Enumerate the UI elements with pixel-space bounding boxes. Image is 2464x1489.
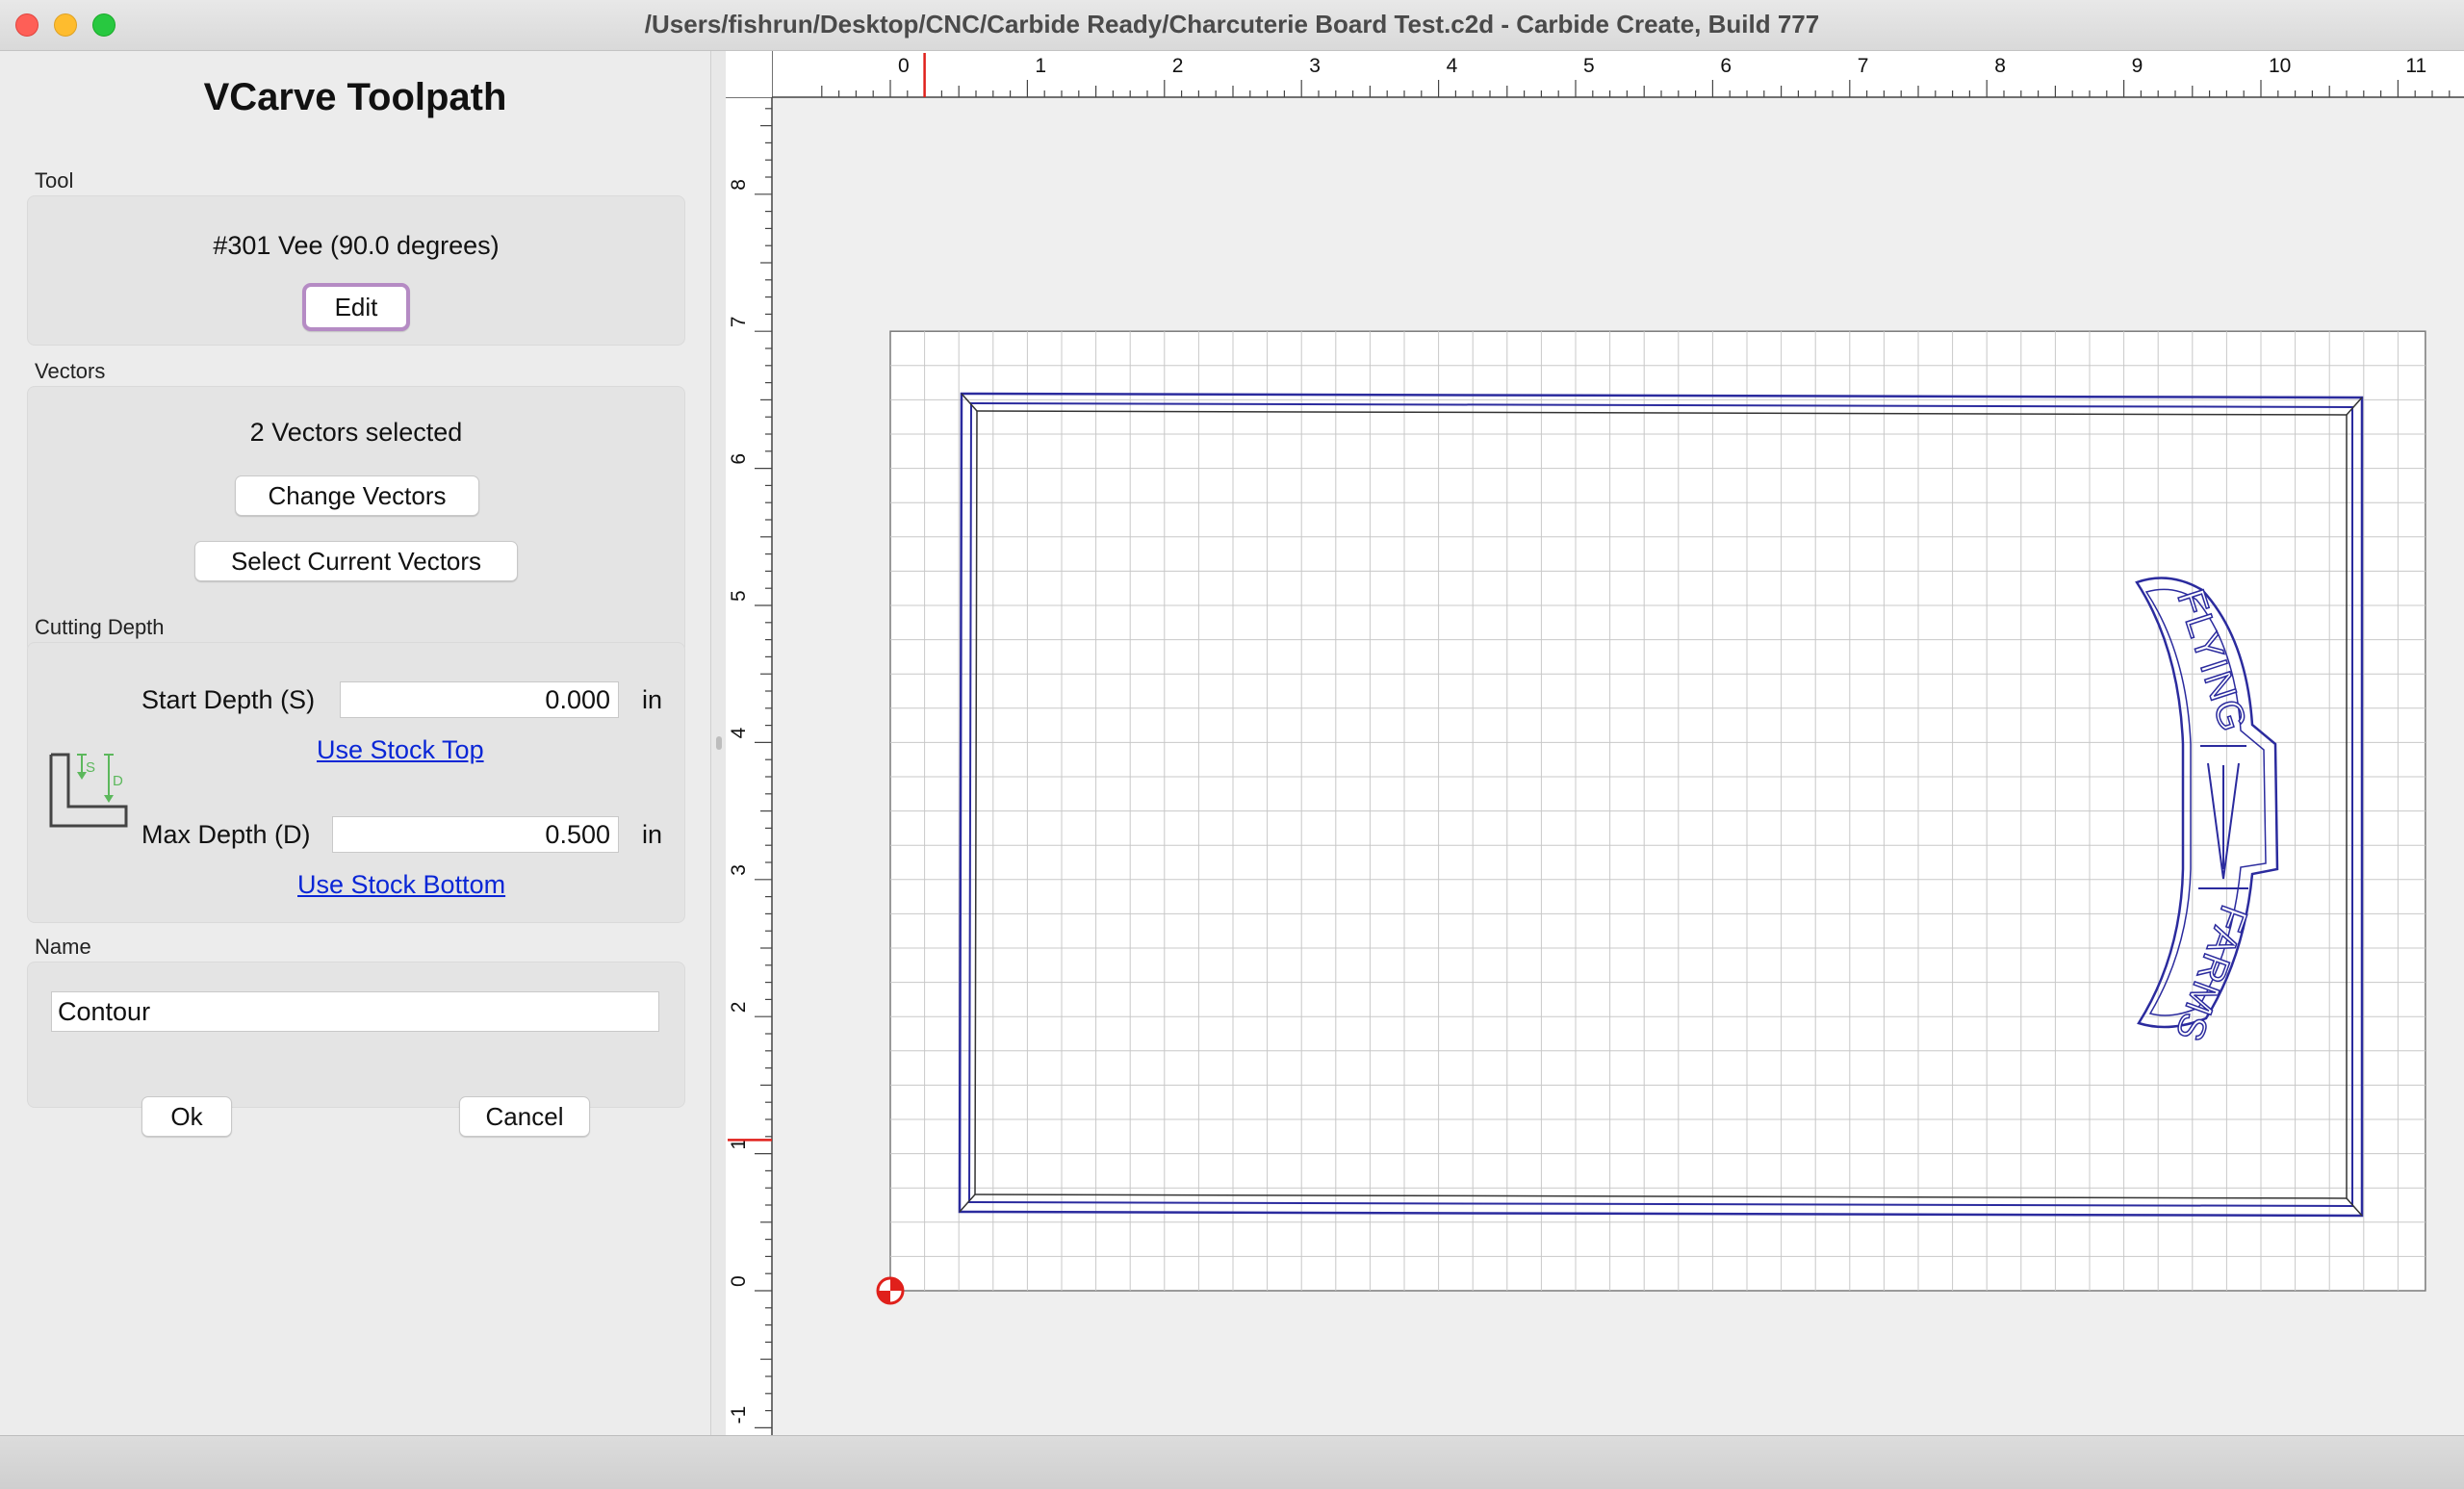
canvas-grid [889, 330, 2426, 1292]
depth-diagram-icon: S D [49, 753, 128, 828]
top-ruler-label: 0 [898, 55, 910, 77]
top-ruler-label: 3 [1309, 55, 1321, 77]
top-ruler-label: 6 [1720, 55, 1732, 77]
splitter-handle[interactable] [716, 736, 722, 750]
top-ruler-label: 4 [1447, 55, 1458, 77]
left-ruler-label: 7 [728, 317, 750, 328]
name-section-label: Name [35, 935, 91, 959]
panel-title: VCarve Toolpath [203, 76, 507, 118]
left-ruler-label: 4 [728, 727, 750, 738]
top-ruler-label: 2 [1172, 55, 1184, 77]
panel-splitter[interactable] [711, 51, 726, 1435]
ruler-corner [726, 51, 772, 97]
top-ruler-label: 9 [2132, 55, 2143, 77]
diagram-d-label: D [113, 773, 123, 789]
max-depth-label: Max Depth (D) [141, 820, 311, 849]
left-ruler-label: 3 [728, 864, 750, 876]
use-stock-top-link[interactable]: Use Stock Top [317, 735, 484, 765]
use-stock-bottom-link[interactable]: Use Stock Bottom [297, 870, 505, 900]
left-ruler-label: 6 [728, 453, 750, 465]
tool-group: #301 Vee (90.0 degrees) Edit [27, 195, 685, 346]
diagram-s-label: S [86, 759, 95, 776]
cutting-depth-section-label: Cutting Depth [35, 615, 165, 639]
origin-marker[interactable] [876, 1276, 905, 1305]
top-ruler-label: 7 [1858, 55, 1869, 77]
top-ruler-label: 8 [1994, 55, 2006, 77]
select-current-vectors-button[interactable]: Select Current Vectors [194, 541, 518, 581]
edit-tool-button[interactable]: Edit [302, 283, 410, 331]
tool-name: #301 Vee (90.0 degrees) [213, 231, 500, 260]
left-ruler-label: 0 [728, 1275, 750, 1287]
ok-button[interactable]: Ok [141, 1096, 232, 1137]
top-ruler [726, 51, 2464, 97]
left-ruler-label: -1 [728, 1406, 750, 1425]
vectors-group: 2 Vectors selected Change Vectors Select… [27, 386, 685, 654]
window-title: /Users/fishrun/Desktop/CNC/Carbide Ready… [644, 10, 1820, 39]
change-vectors-button[interactable]: Change Vectors [235, 475, 479, 516]
canvas-svg[interactable]: FLYING FARMS 0 1 2 3 4 5 6 7 8 9 10 11876543210-1 [726, 51, 2464, 1435]
cancel-button[interactable]: Cancel [459, 1096, 590, 1137]
left-ruler-label: 8 [728, 179, 750, 191]
left-ruler-label: 5 [728, 590, 750, 602]
left-ruler-label: 2 [728, 1002, 750, 1014]
vectors-section-label: Vectors [35, 359, 106, 383]
title-bar: /Users/fishrun/Desktop/CNC/Carbide Ready… [0, 0, 2464, 51]
tool-section-label: Tool [35, 168, 74, 193]
top-ruler-label: 11 [2405, 55, 2426, 77]
start-depth-unit: in [642, 685, 663, 714]
name-group: Contour [27, 962, 685, 1108]
start-depth-label: Start Depth (S) [141, 685, 316, 714]
start-depth-input[interactable]: 0.000 [340, 681, 619, 718]
top-ruler-label: 10 [2269, 55, 2291, 77]
max-depth-input[interactable]: 0.500 [332, 816, 619, 853]
top-ruler-label: 1 [1035, 55, 1046, 77]
max-depth-unit: in [642, 820, 663, 849]
vcarve-toolpath-panel: VCarve Toolpath Tool #301 Vee (90.0 degr… [0, 51, 711, 1435]
status-bar [0, 1435, 2464, 1489]
vectors-status: 2 Vectors selected [249, 418, 463, 447]
toolpath-name-input[interactable]: Contour [51, 991, 659, 1032]
top-ruler-label: 5 [1583, 55, 1595, 77]
cutting-depth-group: Start Depth (S) 0.000 in Use Stock Top S… [27, 642, 685, 923]
design-canvas[interactable]: FLYING FARMS 0 1 2 3 4 5 6 7 8 9 10 11 8 7 6 5 4 3 2 1 0 -1 [726, 51, 2464, 1435]
